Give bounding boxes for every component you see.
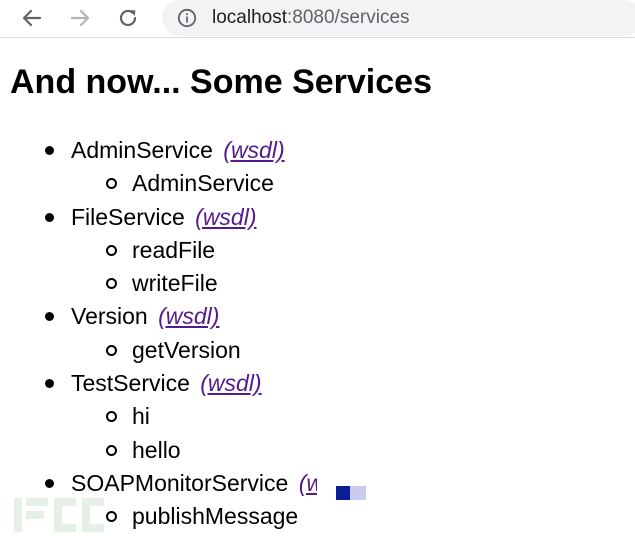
operations-list: AdminService bbox=[71, 167, 635, 200]
arrow-left-icon bbox=[22, 9, 42, 27]
wsdl-link[interactable]: (wsdl) bbox=[200, 370, 261, 396]
service-item: TestService (wsdl) hi hello bbox=[10, 367, 635, 467]
page-title: And now... Some Services bbox=[10, 63, 432, 101]
bullet-icon bbox=[45, 312, 54, 322]
bullet-icon bbox=[45, 379, 54, 389]
address-bar[interactable]: localhost:8080/services bbox=[162, 0, 635, 36]
operation-name: getVersion bbox=[132, 336, 241, 363]
service-name: SOAPMonitorService bbox=[71, 469, 289, 496]
operation-name: hi bbox=[132, 403, 150, 430]
circle-bullet-icon bbox=[106, 244, 117, 256]
service-name: FileService bbox=[71, 203, 185, 230]
wsdl-link[interactable]: (wsdl) bbox=[223, 137, 284, 163]
url-text[interactable]: localhost:8080/services bbox=[212, 7, 410, 29]
operation-item: readFile bbox=[71, 234, 635, 267]
operation-item: hello bbox=[71, 434, 635, 467]
reload-icon bbox=[119, 9, 137, 27]
url-port-path: :8080/services bbox=[287, 7, 410, 28]
operation-name: readFile bbox=[132, 236, 216, 263]
operations-list: readFile writeFile bbox=[71, 234, 635, 301]
operation-item: AdminService bbox=[71, 167, 635, 200]
circle-bullet-icon bbox=[106, 344, 117, 356]
redaction-mark bbox=[336, 486, 350, 500]
bullet-icon bbox=[45, 146, 54, 155]
reload-button[interactable] bbox=[114, 4, 142, 32]
circle-bullet-icon bbox=[106, 278, 117, 290]
service-name: AdminService bbox=[71, 137, 213, 163]
operations-list: getVersion bbox=[71, 334, 635, 367]
service-item: Version (wsdl) getVersion bbox=[10, 300, 635, 367]
operation-name: writeFile bbox=[132, 270, 218, 297]
watermark-logo bbox=[14, 498, 104, 532]
back-button[interactable] bbox=[18, 4, 46, 32]
services-list: AdminService (wsdl) AdminService FileSer… bbox=[10, 134, 635, 534]
url-host: localhost bbox=[212, 7, 287, 28]
operations-list: hi hello bbox=[71, 400, 635, 467]
redaction-fade bbox=[350, 486, 366, 500]
bullet-icon bbox=[45, 478, 54, 488]
wsdl-link[interactable]: (wsdl) bbox=[195, 204, 256, 230]
service-name: TestService bbox=[71, 370, 190, 397]
operation-item: hi bbox=[71, 400, 635, 433]
service-item: FileService (wsdl) readFile writeFile bbox=[10, 201, 635, 301]
wsdl-link[interactable]: (wsdl) bbox=[158, 303, 219, 329]
bullet-icon bbox=[45, 212, 54, 222]
circle-bullet-icon bbox=[106, 178, 117, 190]
service-name: Version bbox=[71, 303, 148, 330]
wsdl-link[interactable]: (wsdl) bbox=[299, 467, 317, 500]
circle-bullet-icon bbox=[106, 411, 117, 423]
forward-button[interactable] bbox=[66, 4, 94, 32]
browser-toolbar: localhost:8080/services bbox=[0, 0, 635, 38]
operation-name: AdminService bbox=[132, 170, 274, 197]
arrow-right-icon bbox=[70, 9, 90, 27]
circle-bullet-icon bbox=[106, 444, 117, 456]
operation-name: hello bbox=[132, 436, 181, 463]
page-content: And now... Some Services AdminService (w… bbox=[10, 38, 635, 536]
service-item: AdminService (wsdl) AdminService bbox=[10, 134, 635, 201]
info-circle-icon[interactable] bbox=[176, 7, 198, 29]
operation-item: getVersion bbox=[71, 334, 635, 367]
operation-item: writeFile bbox=[71, 267, 635, 300]
